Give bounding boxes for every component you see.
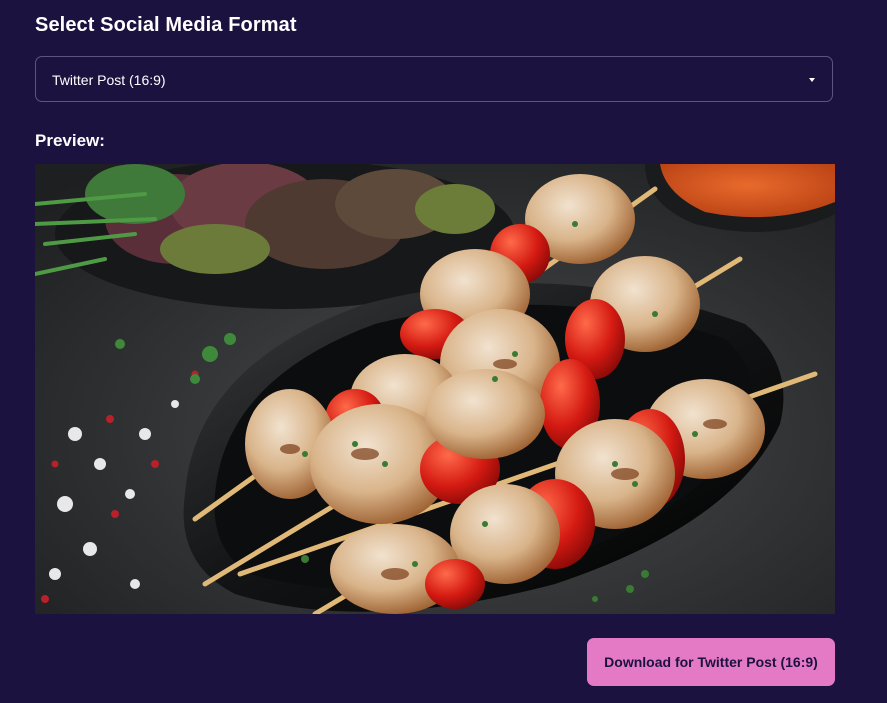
social-format-page: Select Social Media Format Twitter Post … xyxy=(0,0,887,703)
caret-down-icon xyxy=(809,78,815,82)
preview-label: Preview: xyxy=(35,131,105,150)
format-select[interactable]: Twitter Post (16:9) xyxy=(35,56,833,102)
format-select-value: Twitter Post (16:9) xyxy=(52,72,166,88)
download-button[interactable]: Download for Twitter Post (16:9) xyxy=(587,638,835,686)
preview-image xyxy=(35,164,835,614)
food-photo-illustration xyxy=(35,164,835,614)
page-title: Select Social Media Format xyxy=(35,14,297,36)
